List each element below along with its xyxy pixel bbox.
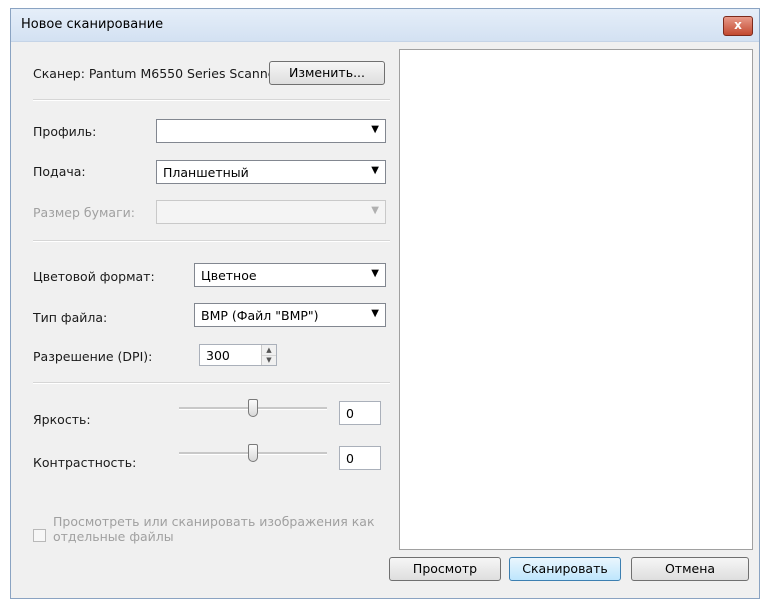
chevron-down-icon: ▼ — [371, 268, 379, 279]
decrement-icon[interactable]: ▼ — [262, 355, 276, 365]
brightness-label: Яркость: — [33, 412, 91, 427]
scanner-label: Сканер: Pantum M6550 Series Scanner — [33, 66, 281, 81]
paper-size-select: ▼ — [156, 200, 386, 224]
stepper-buttons: ▲ ▼ — [261, 345, 276, 365]
brightness-slider-thumb[interactable] — [248, 399, 258, 417]
preview-button[interactable]: Просмотр — [389, 557, 501, 581]
file-type-value: BMP (Файл "BMP") — [201, 308, 319, 323]
file-type-label: Тип файла: — [33, 310, 108, 325]
change-scanner-label: Изменить... — [289, 65, 365, 80]
profile-label: Профиль: — [33, 124, 97, 139]
chevron-down-icon: ▼ — [371, 205, 379, 216]
new-scan-dialog: Новое сканирование x Сканер: Pantum M655… — [10, 8, 760, 599]
file-type-select[interactable]: BMP (Файл "BMP") ▼ — [194, 303, 386, 327]
close-icon[interactable]: x — [723, 16, 753, 36]
divider — [33, 99, 390, 101]
brightness-input[interactable]: 0 — [339, 401, 381, 425]
title-bar[interactable]: Новое сканирование x — [11, 9, 759, 42]
resolution-stepper[interactable]: 300 ▲ ▼ — [199, 344, 277, 366]
preview-pane — [399, 49, 753, 550]
resolution-label: Разрешение (DPI): — [33, 349, 153, 364]
scan-button-label: Сканировать — [522, 561, 608, 576]
chevron-down-icon: ▼ — [371, 165, 379, 176]
profile-select[interactable]: ▼ — [156, 119, 386, 143]
contrast-label: Контрастность: — [33, 455, 137, 470]
paper-size-label: Размер бумаги: — [33, 205, 135, 220]
chevron-down-icon: ▼ — [371, 308, 379, 319]
source-select[interactable]: Планшетный ▼ — [156, 160, 386, 184]
preview-button-label: Просмотр — [412, 561, 478, 576]
color-format-select[interactable]: Цветное ▼ — [194, 263, 386, 287]
chevron-down-icon: ▼ — [371, 124, 379, 135]
source-value: Планшетный — [163, 165, 249, 180]
separate-files-checkbox[interactable] — [33, 529, 46, 542]
contrast-input[interactable]: 0 — [339, 446, 381, 470]
divider — [33, 240, 390, 242]
separate-files-label-line1: Просмотреть или сканировать изображения … — [53, 514, 375, 529]
dialog-title: Новое сканирование — [21, 17, 164, 32]
cancel-button[interactable]: Отмена — [631, 557, 749, 581]
brightness-value: 0 — [346, 406, 354, 421]
color-format-value: Цветное — [201, 268, 257, 283]
cancel-button-label: Отмена — [664, 561, 716, 576]
separate-files-label-line2: отдельные файлы — [53, 529, 174, 544]
change-scanner-button[interactable]: Изменить... — [269, 61, 385, 85]
contrast-value: 0 — [346, 451, 354, 466]
contrast-slider-thumb[interactable] — [248, 444, 258, 462]
resolution-value: 300 — [206, 348, 230, 363]
divider — [33, 382, 390, 384]
color-format-label: Цветовой формат: — [33, 269, 155, 284]
source-label: Подача: — [33, 164, 86, 179]
scan-button[interactable]: Сканировать — [509, 557, 621, 581]
